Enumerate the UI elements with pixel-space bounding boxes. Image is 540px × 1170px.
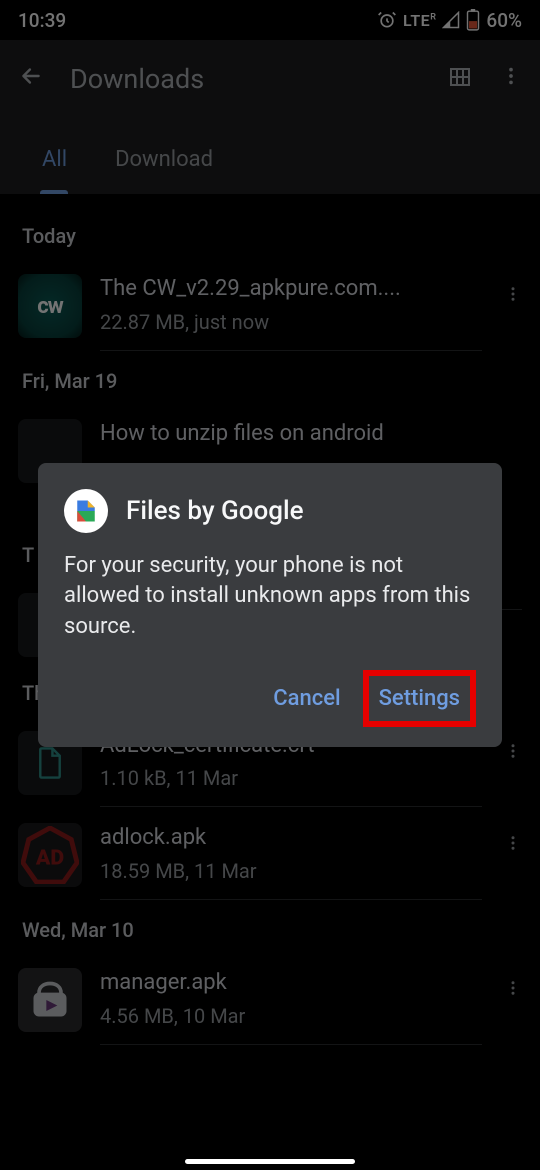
dialog-message: For your security, your phone is not all… [64,551,476,642]
files-icon [72,497,100,525]
cancel-button[interactable]: Cancel [259,676,354,721]
highlight-annotation: Settings [363,670,476,727]
settings-button[interactable]: Settings [377,680,462,717]
nav-gesture-bar[interactable] [185,1159,355,1164]
install-blocked-dialog: Files by Google For your security, your … [38,463,502,747]
app-icon-files [64,489,108,533]
dialog-title: Files by Google [126,496,304,526]
